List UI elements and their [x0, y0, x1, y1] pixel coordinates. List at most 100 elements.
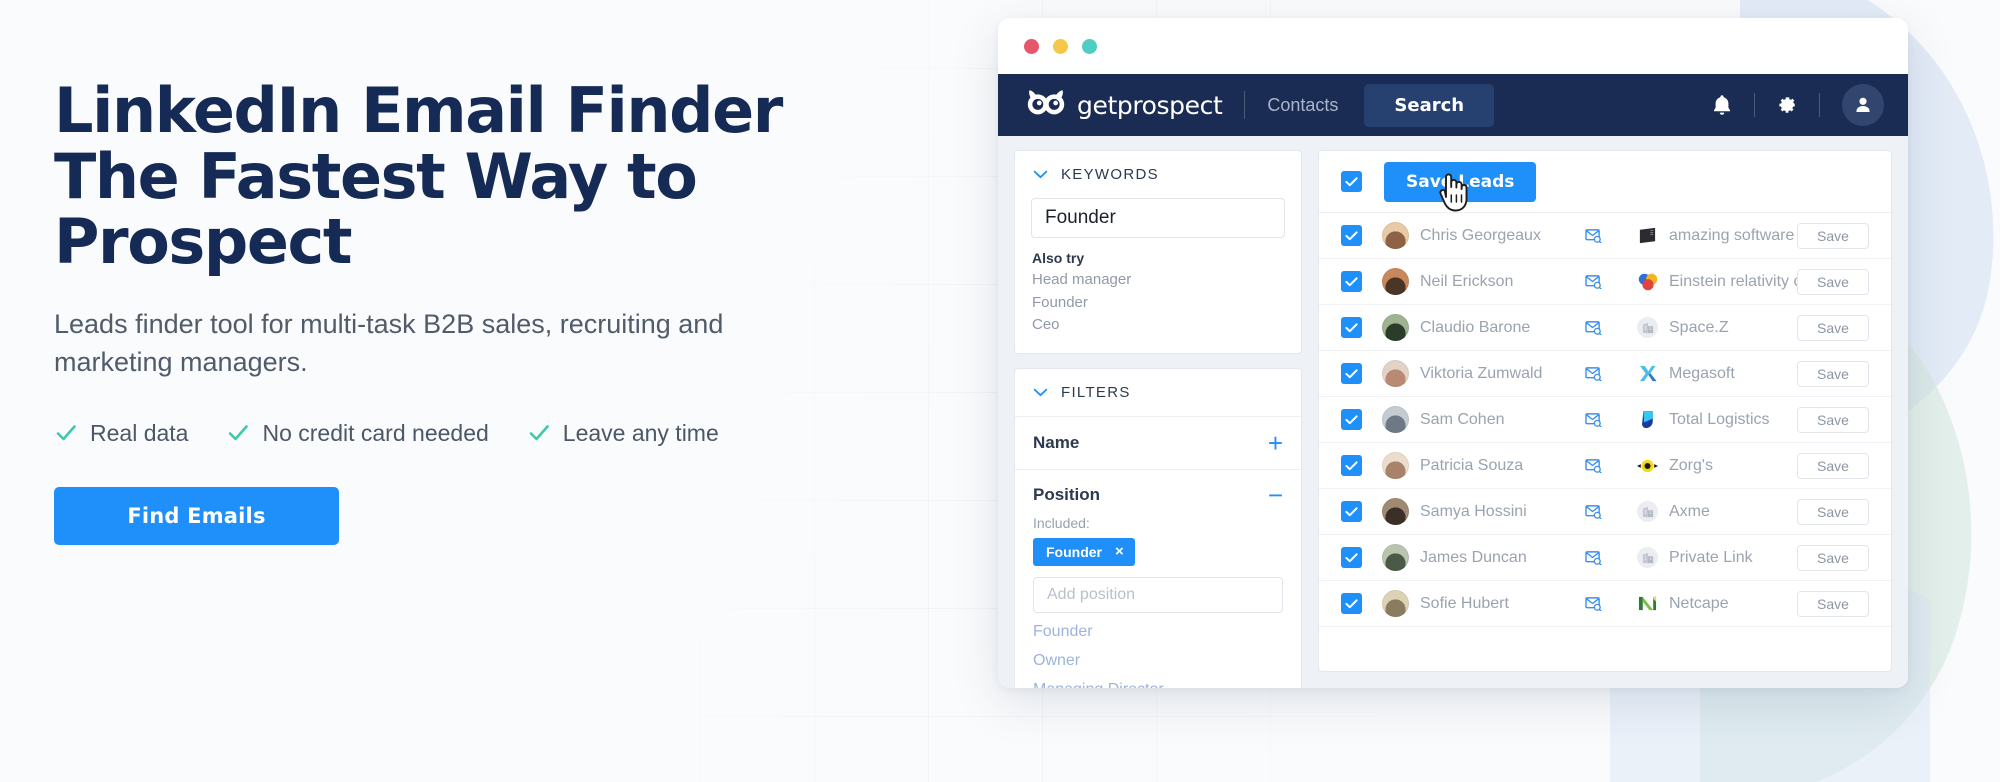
table-row[interactable]: Chris Georgeaux amazing software Save — [1319, 213, 1891, 259]
filters-panel: FILTERS Name + Position − Included: Foun… — [1014, 367, 1302, 688]
close-dot-icon[interactable] — [1024, 38, 1039, 54]
email-search-icon[interactable] — [1585, 320, 1611, 335]
row-checkbox[interactable] — [1341, 271, 1362, 292]
email-search-icon[interactable] — [1585, 596, 1611, 611]
position-suggestion[interactable]: Founder — [1033, 621, 1283, 642]
also-try-title: Also try — [1032, 250, 1085, 266]
row-checkbox[interactable] — [1341, 501, 1362, 522]
also-try-item[interactable]: Ceo — [1032, 314, 1284, 337]
feature-list: Real data No credit card needed Leave an… — [54, 420, 954, 447]
nav-link-search[interactable]: Search — [1364, 83, 1495, 127]
chevron-down-icon — [1033, 170, 1048, 179]
row-checkbox[interactable] — [1341, 547, 1362, 568]
also-try-item[interactable]: Head manager — [1032, 269, 1284, 292]
plus-icon[interactable]: + — [1268, 430, 1283, 456]
email-search-icon[interactable] — [1585, 412, 1611, 427]
position-suggestion[interactable]: Owner — [1033, 650, 1283, 671]
email-search-icon[interactable] — [1585, 366, 1611, 381]
filter-position-header[interactable]: Position − — [1033, 482, 1283, 508]
table-row[interactable]: James Duncan Private Link Save — [1319, 535, 1891, 581]
avatar — [1382, 406, 1409, 433]
results-rows: Chris Georgeaux amazing software Save Neil … — [1319, 213, 1891, 627]
nav-link-contacts[interactable]: Contacts — [1267, 95, 1338, 116]
save-leads-button[interactable]: Save Leads — [1384, 161, 1537, 202]
filters-panel-header[interactable]: FILTERS — [1015, 369, 1301, 416]
save-button[interactable]: Save — [1797, 222, 1869, 249]
close-icon[interactable]: × — [1115, 544, 1124, 559]
avatar[interactable] — [1842, 84, 1884, 126]
table-row[interactable]: Viktoria Zumwald Megasoft Save — [1319, 351, 1891, 397]
person-name: Chris Georgeaux — [1420, 226, 1541, 244]
person-name: Viktoria Zumwald — [1420, 364, 1543, 382]
row-checkbox[interactable] — [1341, 317, 1362, 338]
minimize-dot-icon[interactable] — [1053, 38, 1068, 54]
row-checkbox[interactable] — [1341, 455, 1362, 476]
table-row[interactable]: Sam Cohen Total Logistics Save — [1319, 397, 1891, 443]
avatar — [1382, 222, 1409, 249]
brand-logo[interactable]: getprospect — [1026, 89, 1223, 122]
email-search-icon[interactable] — [1585, 274, 1611, 289]
email-search-icon[interactable] — [1585, 550, 1611, 565]
company-logo-icon — [1637, 593, 1658, 614]
avatar — [1382, 314, 1409, 341]
company-name: Axme — [1669, 502, 1710, 520]
nav-separator — [1819, 93, 1820, 117]
row-checkbox[interactable] — [1341, 225, 1362, 246]
email-search-icon[interactable] — [1585, 458, 1611, 473]
app-body: KEYWORDS Also try Head manager Founder C… — [998, 136, 1908, 688]
chip-label: Founder — [1046, 543, 1102, 560]
company-name: Zorg's — [1669, 456, 1713, 474]
table-row[interactable]: Neil Erickson Einstein relativity co Save — [1319, 259, 1891, 305]
row-checkbox[interactable] — [1341, 409, 1362, 430]
list-item: Leave any time — [527, 420, 719, 447]
save-button[interactable]: Save — [1797, 498, 1869, 525]
keywords-panel: KEYWORDS Also try Head manager Founder C… — [1014, 150, 1302, 354]
position-suggestion[interactable]: Managing Director — [1033, 679, 1283, 688]
add-position-input[interactable] — [1033, 576, 1283, 613]
feature-label: Leave any time — [562, 419, 719, 446]
save-button[interactable]: Save — [1797, 268, 1869, 295]
row-checkbox[interactable] — [1341, 363, 1362, 384]
minus-icon[interactable]: − — [1268, 482, 1283, 508]
company-logo-icon — [1637, 547, 1658, 568]
table-row[interactable]: Sofie Hubert Netcape Save — [1319, 581, 1891, 627]
chevron-down-icon — [1033, 388, 1048, 397]
check-icon — [527, 421, 551, 445]
table-row[interactable]: Claudio Barone Space.Z Save — [1319, 305, 1891, 351]
table-row[interactable]: Patricia Souza Zorg's Save — [1319, 443, 1891, 489]
bell-icon[interactable] — [1700, 85, 1744, 125]
person-name: Samya Hossini — [1420, 502, 1527, 520]
table-row[interactable]: Samya Hossini Axme Save — [1319, 489, 1891, 535]
person-name: Claudio Barone — [1420, 318, 1531, 336]
save-button[interactable]: Save — [1797, 452, 1869, 479]
person-name: Neil Erickson — [1420, 272, 1514, 290]
save-button[interactable]: Save — [1797, 406, 1869, 433]
save-button[interactable]: Save — [1797, 544, 1869, 571]
company-logo-icon — [1637, 455, 1658, 476]
app-navbar: getprospect Contacts Search — [998, 74, 1908, 136]
avatar — [1382, 360, 1409, 387]
keywords-panel-header[interactable]: KEYWORDS — [1015, 151, 1301, 198]
gear-icon[interactable] — [1765, 85, 1809, 125]
maximize-dot-icon[interactable] — [1082, 38, 1097, 54]
select-all-checkbox[interactable] — [1341, 171, 1362, 192]
check-icon — [226, 421, 250, 445]
email-search-icon[interactable] — [1585, 504, 1611, 519]
status-badge[interactable]: Founder × — [1033, 537, 1135, 566]
person-name: Sam Cohen — [1420, 410, 1505, 428]
company-logo-icon — [1637, 317, 1658, 338]
app-window: getprospect Contacts Search KEYWORDS Fou… — [998, 18, 1908, 688]
find-emails-button[interactable]: Find Emails — [54, 486, 339, 545]
save-button[interactable]: Save — [1797, 360, 1869, 387]
email-search-icon[interactable] — [1585, 228, 1611, 243]
keyword-input[interactable] — [1031, 198, 1285, 238]
save-button[interactable]: Save — [1797, 590, 1869, 617]
avatar — [1382, 268, 1409, 295]
filter-row-name[interactable]: Name + — [1015, 415, 1301, 469]
row-checkbox[interactable] — [1341, 593, 1362, 614]
page-title: LinkedIn Email Finder The Fastest Way to… — [54, 74, 783, 279]
list-item: Real data — [54, 420, 188, 447]
company-name: Space.Z — [1669, 318, 1729, 336]
also-try-item[interactable]: Founder — [1032, 292, 1284, 315]
save-button[interactable]: Save — [1797, 314, 1869, 341]
